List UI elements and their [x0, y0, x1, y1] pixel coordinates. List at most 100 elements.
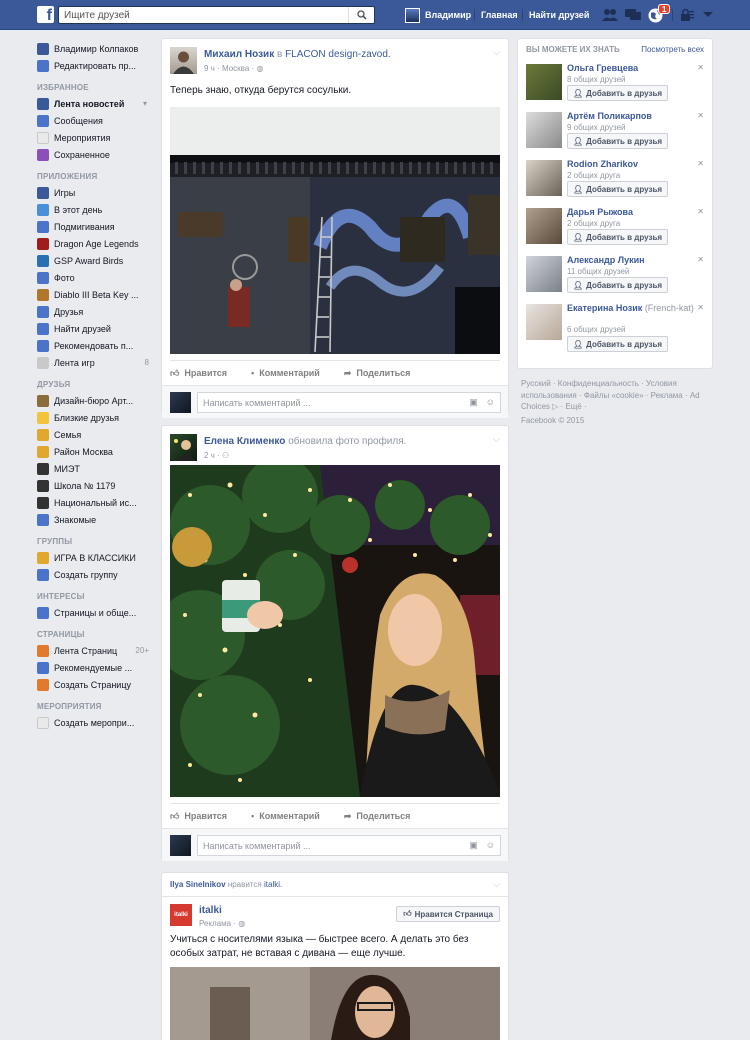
- footer-links[interactable]: Русский · Конфиденциальность · Условия и…: [521, 378, 711, 413]
- sidebar-item[interactable]: Diablo III Beta Key ...: [37, 286, 152, 303]
- post-timestamp[interactable]: 2 ч ·: [204, 451, 220, 460]
- emoji-icon[interactable]: ☺: [486, 397, 495, 408]
- camera-icon[interactable]: ▣: [469, 840, 478, 851]
- avatar[interactable]: [526, 304, 562, 340]
- facebook-logo-icon[interactable]: f: [37, 6, 54, 23]
- like-button[interactable]: 👍︎ Нравится: [170, 811, 227, 822]
- messages-button[interactable]: [625, 7, 641, 23]
- account-settings-button[interactable]: [700, 7, 716, 23]
- post-timestamp[interactable]: 9 ч · Москва ·: [204, 64, 254, 73]
- sidebar-item[interactable]: Рекомендовать п...: [37, 337, 152, 354]
- sidebar-item[interactable]: Создать группу: [37, 566, 152, 583]
- nav-find-friends-link[interactable]: Найти друзей: [529, 0, 589, 30]
- post-menu-chevron-icon[interactable]: ⌵: [493, 434, 500, 445]
- add-friend-button[interactable]: 👤︎ Добавить в друзья: [567, 336, 669, 352]
- search-button[interactable]: [348, 7, 374, 23]
- person-name-link[interactable]: Rodion Zharikov: [567, 159, 638, 169]
- sidebar-item[interactable]: GSP Award Birds: [37, 252, 152, 269]
- sidebar-item[interactable]: Дизайн-бюро Арт...: [37, 392, 152, 409]
- add-friend-button[interactable]: 👤︎ Добавить в друзья: [567, 133, 669, 149]
- sidebar-item[interactable]: Создать меропри...: [37, 714, 152, 731]
- sidebar-item[interactable]: Семья: [37, 426, 152, 443]
- sidebar-item[interactable]: Близкие друзья: [37, 409, 152, 426]
- mutual-friends[interactable]: 9 общих друзей: [567, 123, 626, 132]
- sidebar-section-header[interactable]: ИЗБРАННОЕ: [37, 74, 152, 95]
- mutual-friends[interactable]: 2 общих друга: [567, 171, 620, 180]
- mutual-friends[interactable]: 2 общих друга: [567, 219, 620, 228]
- sidebar-section-header[interactable]: ПРИЛОЖЕНИЯ: [37, 163, 152, 184]
- person-name-link[interactable]: Дарья Рыжова: [567, 207, 633, 217]
- mutual-friends[interactable]: 8 общих друзей: [567, 75, 626, 84]
- post-photo[interactable]: [170, 107, 500, 354]
- sidebar-item[interactable]: Лента Страниц 20+: [37, 642, 152, 659]
- privacy-shortcuts-button[interactable]: [679, 7, 695, 23]
- person-name-link[interactable]: Ольга Гревцева: [567, 63, 638, 73]
- close-icon[interactable]: ✕: [697, 63, 704, 72]
- close-icon[interactable]: ✕: [697, 255, 704, 264]
- sidebar-item[interactable]: Район Москва: [37, 443, 152, 460]
- comment-field[interactable]: ▣☺: [197, 835, 501, 856]
- page-name-link[interactable]: italki: [199, 905, 222, 916]
- sidebar-item[interactable]: Создать Страницу: [37, 676, 152, 693]
- sidebar-section-header[interactable]: СТРАНИЦЫ: [37, 621, 152, 642]
- avatar[interactable]: [526, 64, 562, 100]
- camera-icon[interactable]: ▣: [469, 397, 478, 408]
- sidebar-item[interactable]: Лента игр 8: [37, 354, 152, 371]
- sidebar-item[interactable]: В этот день: [37, 201, 152, 218]
- sidebar-item[interactable]: Страницы и обще...: [37, 604, 152, 621]
- sidebar-item[interactable]: Знакомые: [37, 511, 152, 528]
- share-button[interactable]: ➦ Поделиться: [344, 811, 411, 822]
- person-name-link[interactable]: Александр Лукин: [567, 255, 645, 265]
- sidebar-item[interactable]: Фото: [37, 269, 152, 286]
- person-name-link[interactable]: Екатерина Нозик (French-kat): [567, 303, 694, 313]
- sidebar-item[interactable]: Подмигивания: [37, 218, 152, 235]
- nav-profile-link[interactable]: Владимир: [405, 0, 471, 30]
- italki-logo[interactable]: italki: [170, 904, 192, 926]
- add-friend-button[interactable]: 👤︎ Добавить в друзья: [567, 277, 669, 293]
- sidebar-item[interactable]: Владимир Колпаков: [37, 40, 152, 57]
- comment-button[interactable]: ▪ Комментарий: [251, 811, 320, 821]
- chevron-down-icon[interactable]: ▾: [143, 99, 147, 108]
- avatar[interactable]: [526, 208, 562, 244]
- sidebar-item[interactable]: Dragon Age Legends: [37, 235, 152, 252]
- sidebar-item[interactable]: Игры: [37, 184, 152, 201]
- sidebar-item[interactable]: Школа № 1179: [37, 477, 152, 494]
- sidebar-item[interactable]: МИЭТ: [37, 460, 152, 477]
- close-icon[interactable]: ✕: [697, 159, 704, 168]
- sidebar-section-header[interactable]: ДРУЗЬЯ: [37, 371, 152, 392]
- close-icon[interactable]: ✕: [697, 207, 704, 216]
- liker-link[interactable]: Ilya Sinelnikov: [170, 880, 226, 889]
- search-input[interactable]: [59, 7, 349, 23]
- mutual-friends[interactable]: 11 общих друзей: [567, 267, 629, 276]
- sidebar-item[interactable]: Сообщения: [37, 112, 152, 129]
- post-photo[interactable]: [170, 465, 500, 797]
- see-all-link[interactable]: Посмотреть всех: [641, 45, 704, 54]
- friend-requests-button[interactable]: [602, 7, 618, 23]
- post-author-link[interactable]: Михаил Нозик: [204, 49, 274, 60]
- sidebar-section-header[interactable]: МЕРОПРИЯТИЯ: [37, 693, 152, 714]
- sidebar-item[interactable]: Лента новостей ▾: [37, 95, 152, 112]
- avatar[interactable]: [170, 47, 197, 74]
- sidebar-section-header[interactable]: ИНТЕРЕСЫ: [37, 583, 152, 604]
- add-friend-button[interactable]: 👤︎ Добавить в друзья: [567, 85, 669, 101]
- post-author-link[interactable]: Елена Клименко: [204, 436, 285, 447]
- avatar[interactable]: [170, 434, 197, 461]
- add-friend-button[interactable]: 👤︎ Добавить в друзья: [567, 181, 669, 197]
- avatar[interactable]: [526, 256, 562, 292]
- comment-field[interactable]: ▣☺: [197, 392, 501, 413]
- emoji-icon[interactable]: ☺: [486, 840, 495, 851]
- comment-button[interactable]: ▪ Комментарий: [251, 368, 320, 378]
- post-menu-chevron-icon[interactable]: ⌵: [493, 47, 500, 58]
- mutual-friends[interactable]: 6 общих друзей: [567, 325, 626, 334]
- share-button[interactable]: ➦ Поделиться: [344, 368, 411, 379]
- like-button[interactable]: 👍︎ Нравится: [170, 368, 227, 379]
- person-name-link[interactable]: Артём Поликарпов: [567, 111, 652, 121]
- sidebar-item[interactable]: ИГРА В КЛАССИКИ: [37, 549, 152, 566]
- sidebar-item[interactable]: Национальный ис...: [37, 494, 152, 511]
- avatar[interactable]: [526, 160, 562, 196]
- close-icon[interactable]: ✕: [697, 111, 704, 120]
- sidebar-item[interactable]: Друзья: [37, 303, 152, 320]
- add-friend-button[interactable]: 👤︎ Добавить в друзья: [567, 229, 669, 245]
- avatar[interactable]: [526, 112, 562, 148]
- close-icon[interactable]: ✕: [697, 303, 704, 312]
